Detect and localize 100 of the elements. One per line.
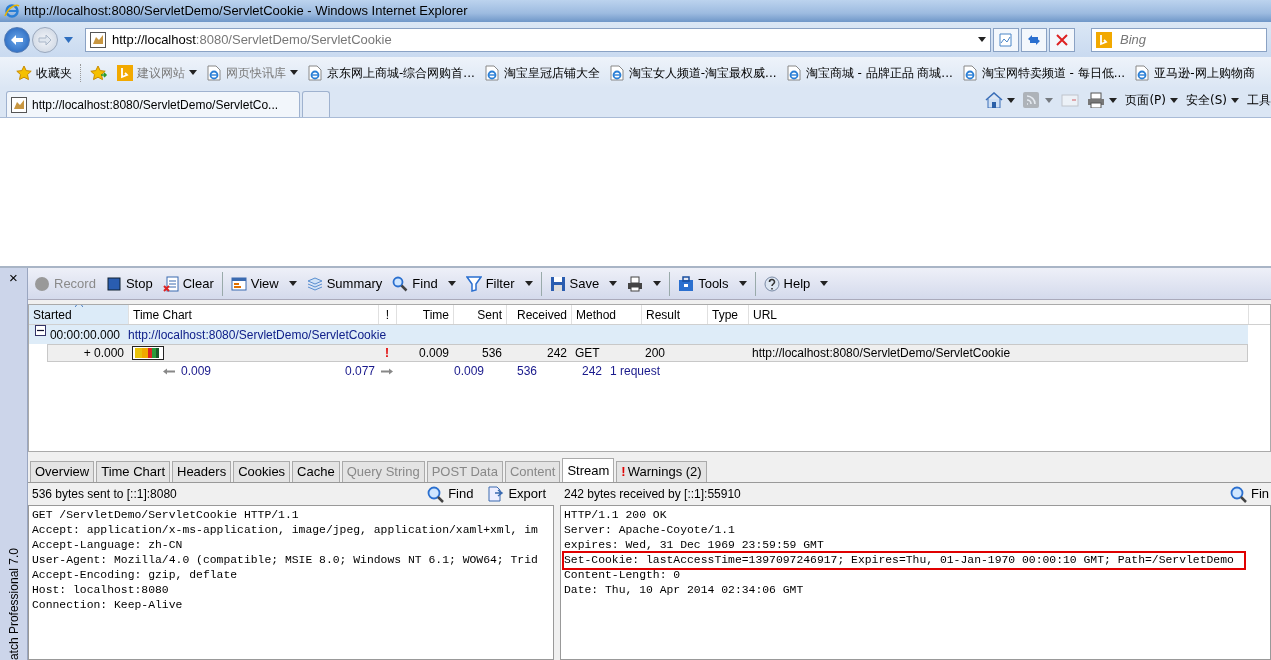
stream-line: Host: localhost:8080 bbox=[32, 583, 170, 598]
table-cell-text: 536 bbox=[515, 363, 538, 380]
home-button[interactable] bbox=[985, 92, 1016, 108]
tab[interactable]: Stream bbox=[562, 458, 615, 482]
browser-tab[interactable]: http://localhost:8080/ServletDemo/ServletCo... bbox=[6, 91, 300, 117]
column-header[interactable]: Started bbox=[29, 305, 129, 324]
page-icon bbox=[608, 64, 625, 81]
printer-icon bbox=[1087, 92, 1106, 108]
action-button[interactable]: Find bbox=[423, 484, 478, 504]
dropdown-caret-icon bbox=[64, 37, 73, 44]
address-field[interactable]: http://localhost:8080/ServletDemo/ServletCookie bbox=[85, 27, 991, 52]
column-header[interactable]: ! bbox=[379, 305, 397, 324]
tab[interactable]: Cache bbox=[292, 461, 340, 482]
site-favicon-icon bbox=[90, 31, 106, 48]
column-header[interactable]: Type bbox=[708, 305, 749, 324]
favorite-link[interactable]: 淘宝商城 - 品牌正品 商城... bbox=[785, 63, 953, 82]
table-cell-text: 1 request bbox=[609, 363, 662, 380]
back-button[interactable] bbox=[4, 26, 30, 53]
favorite-link[interactable]: 京东网上商城-综合网购首... bbox=[307, 63, 475, 82]
column-header[interactable]: Method bbox=[572, 305, 642, 324]
tab[interactable]: Headers bbox=[172, 461, 232, 482]
tab[interactable]: Overview bbox=[30, 461, 95, 482]
help-icon bbox=[763, 275, 780, 292]
toolbar-button[interactable]: View bbox=[226, 271, 301, 296]
tab[interactable]: !Warnings (2) bbox=[616, 461, 707, 482]
compatibility-view-icon bbox=[999, 32, 1013, 47]
stream-line: Accept-Encoding: gzip, deflate bbox=[32, 568, 239, 583]
dropdown-caret-icon bbox=[1231, 97, 1239, 103]
menu-button[interactable]: 工具 bbox=[1247, 91, 1271, 109]
browser-logo-icon bbox=[4, 3, 20, 19]
feed-icon bbox=[1023, 92, 1042, 108]
menu-button[interactable]: 页面(P) bbox=[1125, 91, 1178, 109]
address-url: http://localhost:8080/ServletDemo/ServletCookie bbox=[112, 30, 392, 49]
table-cell-text: 536 bbox=[480, 345, 503, 361]
favorite-link[interactable]: 亚马逊-网上购物商 bbox=[1134, 63, 1255, 82]
layers-icon bbox=[306, 275, 323, 292]
toolbar-button[interactable]: Summary bbox=[302, 271, 387, 296]
tab[interactable]: Time Chart bbox=[96, 461, 170, 482]
toolbar-button[interactable]: Clear bbox=[158, 271, 218, 296]
column-header[interactable]: Received bbox=[507, 305, 572, 324]
close-button[interactable]: × bbox=[9, 270, 18, 285]
toolbar-button[interactable]: Stop bbox=[101, 271, 157, 296]
toolbox-icon bbox=[678, 275, 695, 292]
tab[interactable]: Cookies bbox=[233, 461, 291, 482]
action-button[interactable]: Fin bbox=[1225, 484, 1271, 504]
collapse-toggle[interactable] bbox=[35, 325, 46, 336]
dropdown-caret-icon bbox=[653, 280, 662, 286]
dropdown-caret-icon bbox=[1007, 97, 1016, 103]
stream-line: Accept-Language: zh-CN bbox=[32, 538, 184, 553]
favorite-link[interactable]: 淘宝网特卖频道 - 每日低... bbox=[961, 63, 1126, 82]
search-placeholder: Bing bbox=[1120, 30, 1147, 49]
refresh-button[interactable] bbox=[1021, 27, 1047, 52]
stream-line: Connection: Keep-Alive bbox=[32, 598, 184, 613]
page-icon bbox=[961, 64, 978, 81]
page-row[interactable]: 00:00:00.000 http://localhost:8080/ServletDemo/ServletCookie bbox=[29, 325, 1248, 344]
byte-count-label: 242 bytes received by [::1]:55910 bbox=[564, 486, 741, 503]
table-cell-text: 0.009 bbox=[452, 363, 485, 380]
table-cell-text: 0.009 bbox=[417, 345, 450, 361]
search-icon bbox=[427, 485, 445, 503]
favorite-link[interactable]: 淘宝女人频道-淘宝最权威... bbox=[608, 63, 777, 82]
byte-count-label: 536 bytes sent to [::1]:8080 bbox=[32, 486, 177, 503]
favorites-button[interactable]: 收藏夹 bbox=[16, 63, 81, 82]
search-provider-logo-icon bbox=[117, 64, 133, 81]
print-button[interactable] bbox=[1087, 92, 1118, 108]
compatibility-view-button[interactable] bbox=[993, 27, 1019, 52]
export-icon bbox=[487, 485, 505, 503]
stream-line: HTTP/1.1 200 OK bbox=[564, 508, 668, 523]
toolbar-button[interactable]: Tools bbox=[674, 271, 751, 296]
dropdown-caret-icon bbox=[1045, 97, 1054, 103]
table-cell-text: 242 bbox=[545, 345, 568, 361]
search-provider-logo-icon bbox=[1096, 31, 1112, 48]
search-field[interactable]: Bing bbox=[1091, 27, 1267, 52]
dropdown-caret-icon bbox=[288, 280, 297, 286]
page-icon bbox=[483, 64, 500, 81]
toolbar-button[interactable]: Filter bbox=[461, 271, 537, 296]
column-header[interactable]: Sent bbox=[454, 305, 507, 324]
envelope-icon bbox=[1061, 92, 1080, 108]
toolbar-button[interactable]: Help bbox=[759, 271, 833, 296]
page-icon bbox=[1134, 64, 1151, 81]
action-button[interactable]: Export bbox=[483, 484, 550, 504]
column-header[interactable]: Time bbox=[397, 305, 454, 324]
back-arrow-icon bbox=[10, 33, 24, 46]
stop-icon bbox=[1055, 32, 1069, 47]
favorite-link[interactable]: 淘宝皇冠店铺大全 bbox=[483, 63, 600, 82]
toolbar-button[interactable]: Save bbox=[545, 271, 622, 296]
stop-button[interactable] bbox=[1049, 27, 1075, 52]
stream-line: User-Agent: Mozilla/4.0 (compatible; MSIE 8.0; Windows NT 6.1; WOW64; Trid bbox=[32, 553, 539, 568]
table-cell-text: 200 bbox=[644, 345, 667, 361]
column-header[interactable]: Result bbox=[642, 305, 708, 324]
dropdown-caret-icon bbox=[1109, 97, 1118, 103]
column-header[interactable]: Time Chart bbox=[129, 305, 379, 324]
page-title-link[interactable]: http://localhost:8080/ServletDemo/ServletCookie bbox=[124, 325, 391, 344]
add-favorite-icon[interactable] bbox=[90, 64, 108, 81]
stream-line: expires: Wed, 31 Dec 1969 23:59:59 GMT bbox=[564, 538, 825, 553]
column-header[interactable]: URL bbox=[749, 305, 1249, 324]
toolbar-button[interactable]: Find bbox=[388, 271, 460, 296]
dropdown-caret-icon bbox=[524, 280, 533, 286]
menu-button[interactable]: 安全(S) bbox=[1186, 91, 1239, 109]
filter-icon bbox=[465, 275, 482, 292]
dropdown-caret-icon bbox=[738, 280, 747, 286]
